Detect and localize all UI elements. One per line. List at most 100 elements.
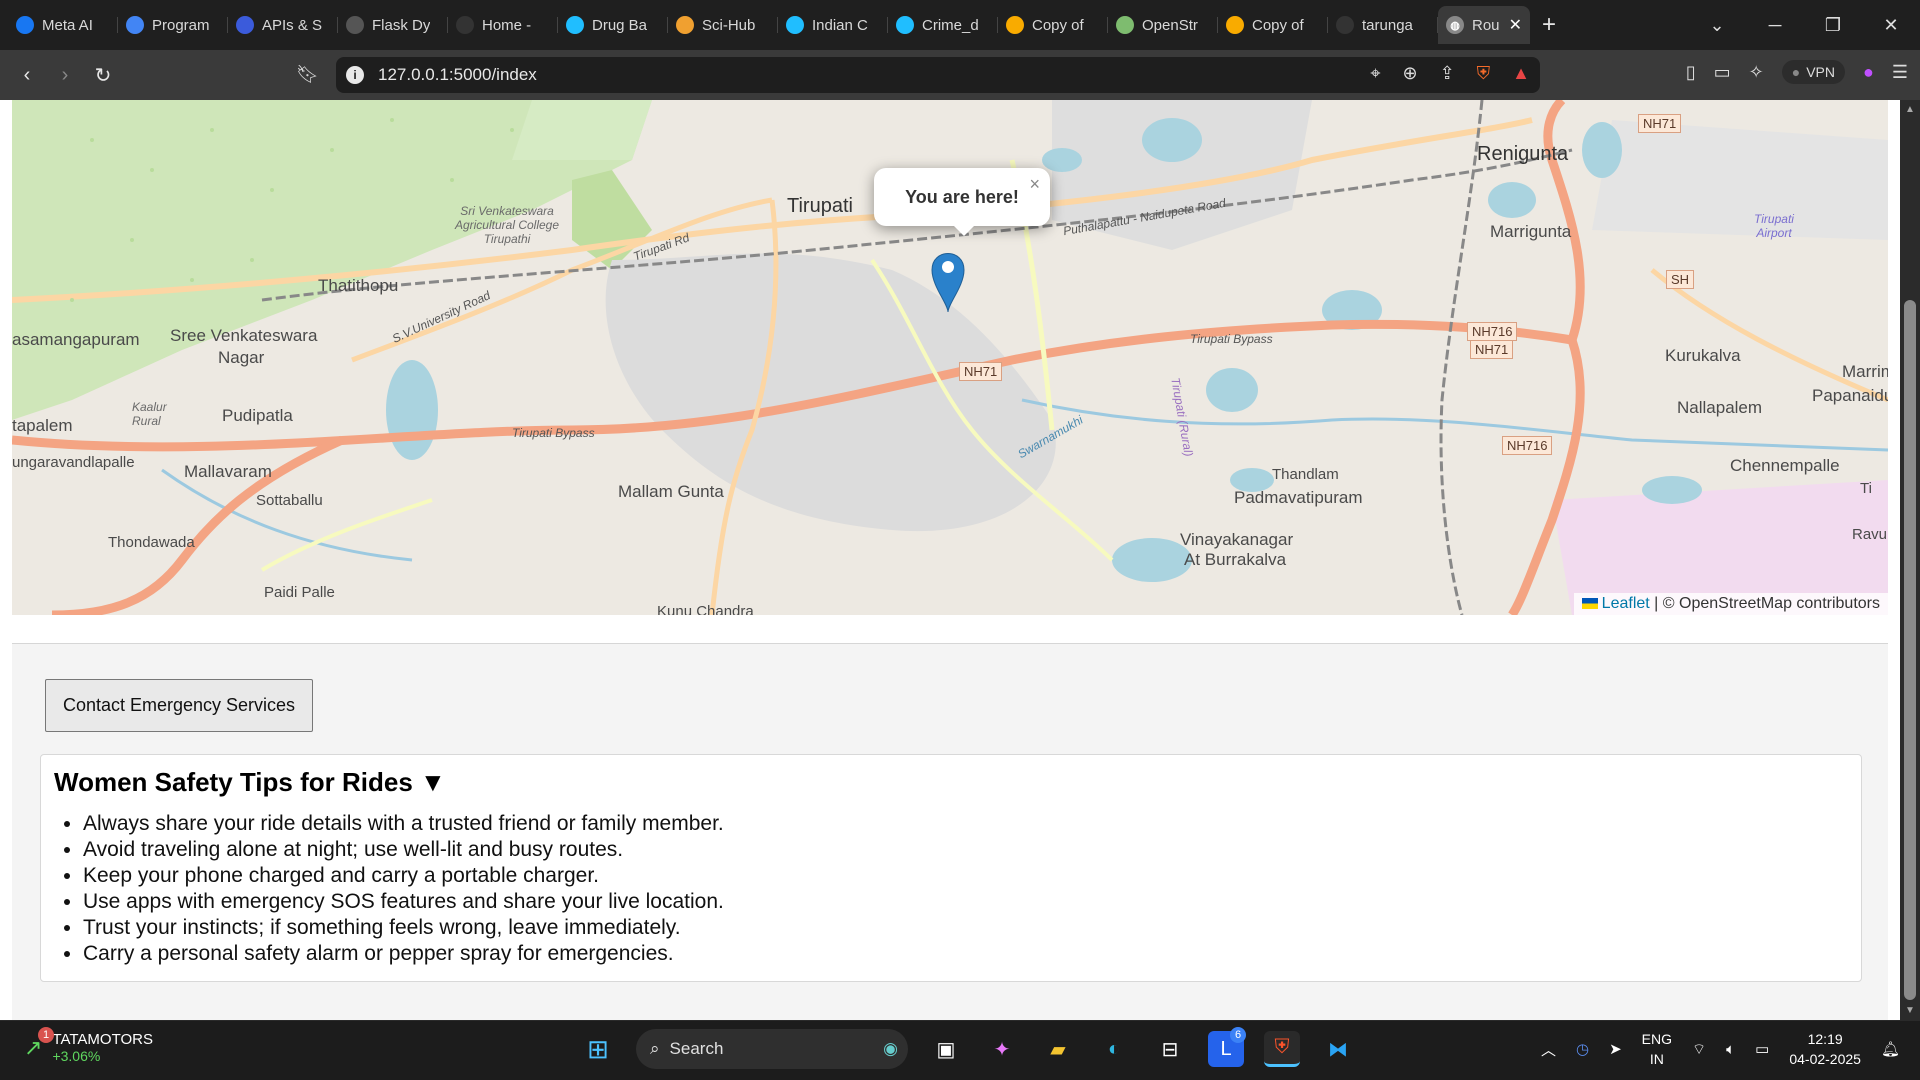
brave-rewards-icon[interactable]: ▲ bbox=[1512, 63, 1530, 84]
forward-button[interactable]: › bbox=[46, 64, 84, 87]
edge-icon[interactable]: ◐ bbox=[1096, 1031, 1132, 1067]
tab-12[interactable]: tarunga bbox=[1328, 6, 1438, 44]
file-explorer-icon[interactable]: ▰ bbox=[1040, 1031, 1076, 1067]
stock-badge: 1 bbox=[38, 1027, 54, 1043]
tab-title: Copy of bbox=[1032, 16, 1084, 34]
tab-0[interactable]: Meta AI bbox=[8, 6, 118, 44]
send-icon[interactable]: ➤ bbox=[1609, 1040, 1622, 1058]
page-viewport: Tirupati Renigunta Marrigunta Thatithopu… bbox=[0, 100, 1900, 1020]
map-label-airport: Tirupati Airport bbox=[1754, 212, 1794, 240]
api-icon bbox=[236, 16, 254, 34]
url-bar-actions: ⌖ ⊕ ⇪ ⛨ ▲ bbox=[1370, 63, 1530, 84]
menu-icon[interactable]: ☰ bbox=[1892, 62, 1908, 83]
address-bar[interactable]: i 127.0.0.1:5000/index ⌖ ⊕ ⇪ ⛨ ▲ bbox=[336, 57, 1540, 93]
tab-title: tarunga bbox=[1362, 16, 1413, 34]
map-label-pudipatla: Pudipatla bbox=[222, 406, 293, 425]
new-tab-button[interactable]: + bbox=[1542, 11, 1556, 39]
brave-shield-icon[interactable]: ⛨ bbox=[1477, 63, 1491, 84]
map-label-padmavatipuram: Padmavatipuram bbox=[1234, 488, 1363, 507]
map-label-sree-venkateswara: Sree Venkateswara bbox=[170, 326, 318, 345]
tab-7[interactable]: Indian C bbox=[778, 6, 888, 44]
page-scrollbar[interactable]: ▲ ▼ bbox=[1900, 100, 1920, 1020]
map-label-marrim: Marrim bbox=[1842, 362, 1888, 381]
tab-2[interactable]: APIs & S bbox=[228, 6, 338, 44]
lenovo-app-icon[interactable]: L6 bbox=[1208, 1027, 1246, 1067]
sidebar-icon[interactable]: ▯ bbox=[1686, 62, 1696, 83]
stock-widget[interactable]: ↗ 1 TATAMOTORS +3.06% bbox=[24, 1027, 153, 1064]
openai-icon bbox=[346, 16, 364, 34]
tab-4[interactable]: Home - bbox=[448, 6, 558, 44]
tab-1[interactable]: Program bbox=[118, 6, 228, 44]
reload-button[interactable]: ↻ bbox=[84, 63, 122, 88]
browser-toolbar: ‹ › ↻ 🔖︎ i 127.0.0.1:5000/index ⌖ ⊕ ⇪ ⛨ … bbox=[0, 50, 1920, 100]
vscode-icon[interactable]: ⧓ bbox=[1320, 1031, 1356, 1067]
tab-title: Program bbox=[152, 16, 210, 34]
safety-tips-panel: Women Safety Tips for Rides ▼ Always sha… bbox=[40, 754, 1862, 982]
clock-app-icon[interactable]: ◷ bbox=[1576, 1040, 1589, 1058]
scrollbar-thumb[interactable] bbox=[1904, 300, 1916, 1000]
zoom-icon[interactable]: ⊕ bbox=[1402, 63, 1417, 84]
task-view-icon[interactable]: ▣ bbox=[928, 1031, 964, 1067]
show-hidden-icons-icon[interactable]: ︿ bbox=[1541, 1039, 1556, 1060]
tab-5[interactable]: Drug Ba bbox=[558, 6, 668, 44]
scroll-up-arrow[interactable]: ▲ bbox=[1905, 104, 1915, 115]
colab-icon bbox=[1006, 16, 1024, 34]
windows-start-icon[interactable]: ⊞ bbox=[580, 1031, 616, 1067]
tab-search-icon[interactable]: ⌄ bbox=[1688, 15, 1746, 36]
colab-icon bbox=[1226, 16, 1244, 34]
shield-nh716: NH716 bbox=[1467, 322, 1518, 341]
tab-3[interactable]: Flask Dy bbox=[338, 6, 448, 44]
tab-10[interactable]: OpenStr bbox=[1108, 6, 1218, 44]
leaflet-link[interactable]: Leaflet bbox=[1602, 595, 1650, 612]
taskbar-search[interactable]: ⌕ Search ◉ bbox=[636, 1029, 908, 1069]
map-label-vinayakanagar: Vinayakanagar bbox=[1180, 530, 1294, 549]
vpn-button[interactable]: ● VPN bbox=[1781, 60, 1845, 84]
github-icon bbox=[456, 16, 474, 34]
map-label-nallapalem: Nallapalem bbox=[1677, 398, 1763, 417]
contact-emergency-button[interactable]: Contact Emergency Services bbox=[45, 679, 313, 732]
restore-button[interactable]: ❐ bbox=[1804, 15, 1862, 36]
tab-9[interactable]: Copy of bbox=[998, 6, 1108, 44]
url-text[interactable]: 127.0.0.1:5000/index bbox=[378, 65, 537, 85]
close-tab-icon[interactable]: ✕ bbox=[1509, 15, 1522, 35]
taskbar-clock[interactable]: 12:19 04-02-2025 bbox=[1789, 1029, 1861, 1069]
popup-close-icon[interactable]: × bbox=[1029, 174, 1040, 195]
site-info-icon[interactable]: i bbox=[346, 66, 364, 84]
copilot-icon[interactable]: ✦ bbox=[984, 1031, 1020, 1067]
tab-6[interactable]: Sci-Hub bbox=[668, 6, 778, 44]
minimize-button[interactable]: ─ bbox=[1746, 15, 1804, 36]
map-label-at-burrakalva: At Burrakalva bbox=[1184, 550, 1287, 569]
search-label: Search bbox=[669, 1039, 724, 1058]
safety-tips-toggle[interactable]: Women Safety Tips for Rides ▼ bbox=[54, 767, 446, 798]
store-icon[interactable]: ⊟ bbox=[1152, 1031, 1188, 1067]
close-window-button[interactable]: ✕ bbox=[1862, 15, 1920, 36]
wifi-icon[interactable]: ⌔ bbox=[1692, 1040, 1706, 1059]
tab-active[interactable]: ◍ Rou ✕ bbox=[1438, 6, 1530, 44]
language-indicator[interactable]: ENG IN bbox=[1642, 1029, 1672, 1069]
map-label-thondawada: Thondawada bbox=[108, 534, 195, 551]
bookmark-icon[interactable]: 🔖︎ bbox=[296, 64, 319, 85]
tab-8[interactable]: Crime_d bbox=[888, 6, 998, 44]
wallet-icon[interactable]: ▭ bbox=[1714, 62, 1731, 83]
leaflet-map[interactable]: Tirupati Renigunta Marrigunta Thatithopu… bbox=[12, 100, 1888, 615]
map-label-ti: Ti bbox=[1860, 480, 1872, 497]
leo-ai-icon[interactable]: ✧ bbox=[1749, 62, 1764, 83]
browser-right-tools: ▯ ▭ ✧ ● VPN ● ☰ bbox=[1686, 60, 1908, 84]
volume-icon[interactable]: 🔈︎ bbox=[1726, 1041, 1735, 1058]
share-icon[interactable]: ⇪ bbox=[1440, 63, 1455, 84]
kaggle-icon bbox=[786, 16, 804, 34]
profile-avatar[interactable]: ● bbox=[1863, 62, 1874, 83]
tab-list: Meta AI Program APIs & S Flask Dy Home - Drug… bbox=[8, 6, 1438, 44]
tab-title: OpenStr bbox=[1142, 16, 1198, 34]
window-controls: ⌄ ─ ❐ ✕ bbox=[1688, 0, 1920, 50]
brave-icon[interactable]: ⛨ bbox=[1264, 1031, 1300, 1067]
location-icon[interactable]: ⌖ bbox=[1370, 63, 1380, 84]
tab-11[interactable]: Copy of bbox=[1218, 6, 1328, 44]
stock-change: +3.06% bbox=[52, 1048, 101, 1064]
scroll-down-arrow[interactable]: ▼ bbox=[1905, 1005, 1915, 1016]
notifications-icon[interactable]: 🔔︎ bbox=[1881, 1040, 1900, 1058]
battery-icon[interactable]: ▭ bbox=[1755, 1040, 1769, 1058]
map-label-thatithopu: Thatithopu bbox=[318, 276, 399, 295]
back-button[interactable]: ‹ bbox=[8, 64, 46, 87]
map-label-thandlam: Thandlam bbox=[1272, 466, 1339, 483]
